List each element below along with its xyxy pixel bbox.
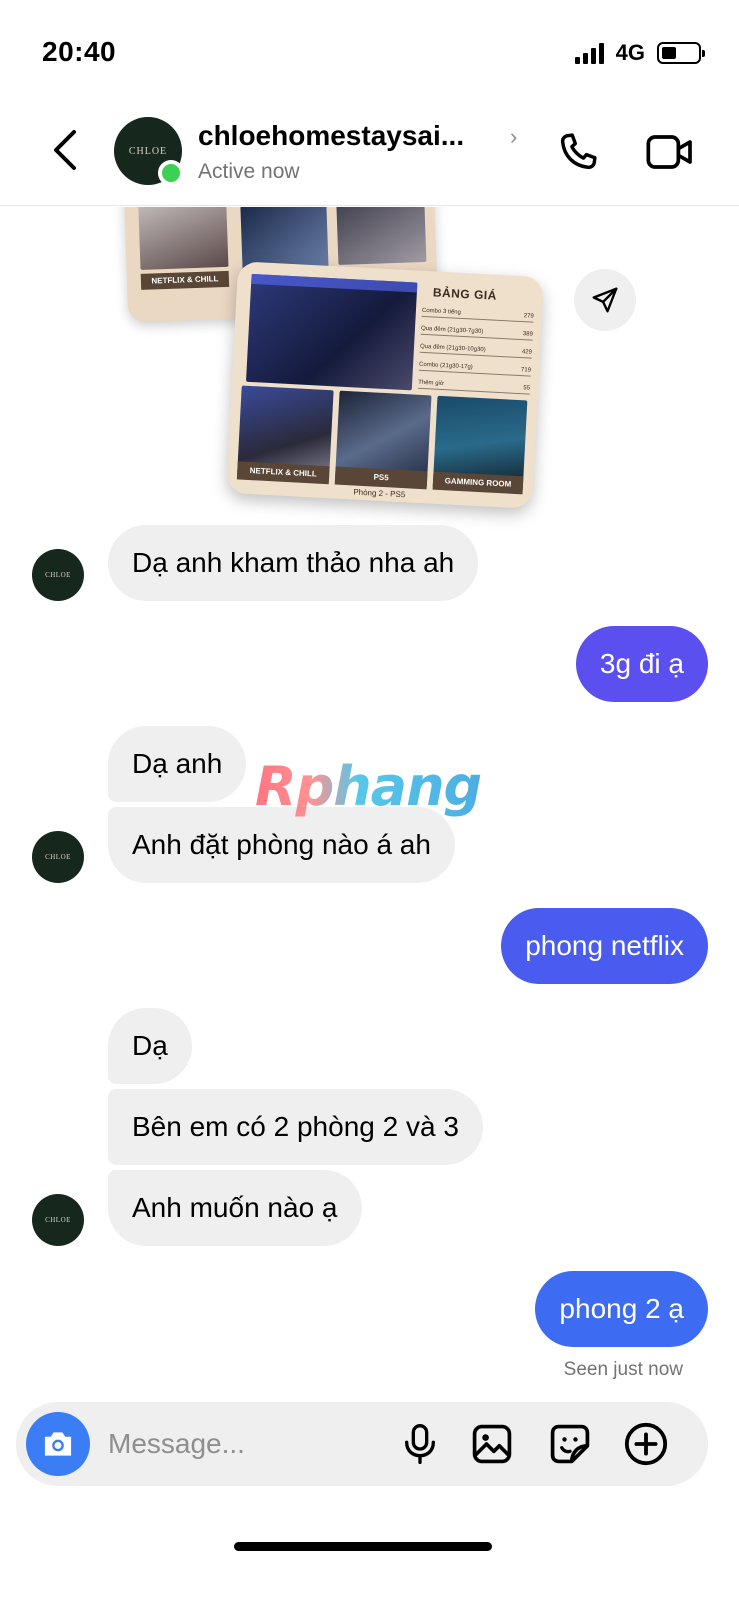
seen-receipt: Seen just now: [563, 1359, 683, 1380]
message-thread[interactable]: NETFLIX & CHILL BẢNG GIÁ Combo 3 tiếng 27…: [0, 207, 739, 1397]
video-camera-icon: [646, 135, 692, 169]
send-icon: [592, 287, 618, 313]
price-row: Qua đêm (21g30-7g30) 389: [420, 324, 534, 341]
sticker-icon: [550, 1424, 590, 1464]
outgoing-message[interactable]: phong 2 ạ: [535, 1271, 708, 1347]
message-input[interactable]: [108, 1420, 378, 1468]
status-icons: 4G: [574, 40, 705, 66]
incoming-message[interactable]: Dạ anh: [108, 726, 247, 802]
microphone-icon: [405, 1424, 435, 1464]
call-button[interactable]: [552, 126, 604, 178]
price-row: Thêm giờ 55: [417, 378, 531, 395]
status-bar: 20:40 4G: [0, 0, 739, 100]
phone-icon: [560, 133, 597, 170]
caption-netflix: NETFLIX & CHILL: [236, 461, 330, 485]
camera-button[interactable]: [26, 1412, 90, 1476]
price-row: Qua đêm (21g30-10g30) 429: [419, 342, 533, 359]
promo-image[interactable]: BẢNG GIÁ Combo 3 tiếng 279 Qua đêm (21g30…: [226, 261, 544, 509]
voice-message-button[interactable]: [396, 1420, 444, 1468]
price-row: Combo (21g30-17g) 719: [418, 360, 532, 377]
camera-icon: [44, 1432, 72, 1456]
more-options-button[interactable]: [622, 1420, 670, 1468]
sender-avatar[interactable]: CHLOE: [32, 549, 84, 601]
watermark-logo: Rphang: [255, 755, 482, 818]
sticker-button[interactable]: [546, 1420, 594, 1468]
online-status-dot: [158, 160, 184, 186]
caption-gaming-room: GAMMING ROOM: [432, 471, 524, 495]
sender-avatar[interactable]: CHLOE: [32, 1194, 84, 1246]
outgoing-message[interactable]: 3g đi ạ: [575, 626, 708, 702]
signal-icon: [574, 42, 604, 64]
promo-back-caption: NETFLIX & CHILL: [140, 270, 230, 290]
share-button[interactable]: [574, 269, 636, 331]
incoming-message[interactable]: Dạ: [108, 1008, 192, 1084]
incoming-message[interactable]: Anh muốn nào ạ: [108, 1170, 362, 1246]
gallery-button[interactable]: [468, 1420, 516, 1468]
chevron-right-icon[interactable]: ›: [510, 124, 517, 150]
status-time: 20:40: [42, 36, 117, 67]
activity-status: Active now: [198, 160, 300, 183]
price-list-title: BẢNG GIÁ: [432, 285, 498, 303]
contact-name[interactable]: chloehomestaysai...: [198, 120, 498, 152]
incoming-message[interactable]: Bên em có 2 phòng 2 và 3: [108, 1089, 483, 1165]
network-label: 4G: [615, 40, 645, 65]
price-row: Combo 3 tiếng 279: [421, 306, 534, 323]
room-photo: [245, 273, 418, 391]
avatar-logo-text: CHLOE: [128, 145, 168, 157]
chat-header: CHLOE chloehomestaysai... › Active now: [0, 100, 739, 206]
battery-icon: [657, 42, 705, 64]
home-indicator[interactable]: [234, 1542, 492, 1551]
outgoing-message[interactable]: phong netflix: [501, 908, 708, 984]
plus-circle-icon: [624, 1422, 668, 1466]
incoming-message[interactable]: Anh đặt phòng nào á ah: [108, 807, 455, 883]
caption-ps5: PS5: [334, 466, 428, 490]
gallery-icon: [472, 1424, 512, 1464]
chevron-left-icon: [54, 130, 76, 170]
incoming-message[interactable]: Dạ anh kham thảo nha ah: [108, 525, 479, 601]
video-call-button[interactable]: [644, 126, 696, 178]
sender-avatar[interactable]: CHLOE: [32, 831, 84, 883]
back-button[interactable]: [40, 126, 88, 174]
message-composer: [16, 1402, 708, 1486]
